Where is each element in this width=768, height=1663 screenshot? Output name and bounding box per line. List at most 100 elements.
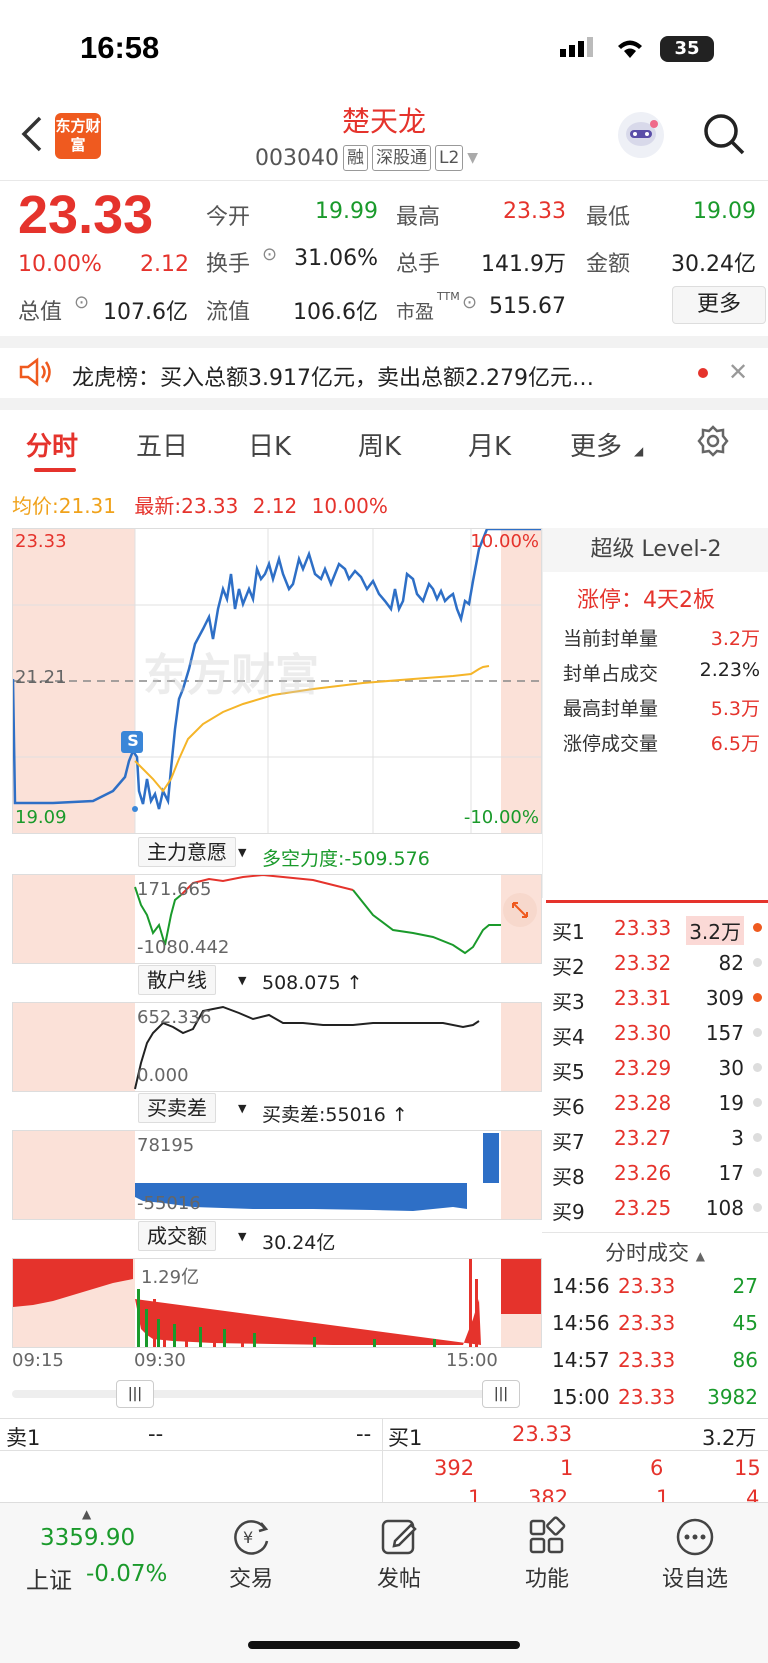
nav-post-label: 发帖 (376, 1567, 421, 1592)
more-button[interactable]: 更多 (672, 286, 766, 324)
y-axis-top: 23.33 (15, 531, 67, 552)
float-value: 106.6亿 (293, 300, 378, 325)
bid-row[interactable]: 买9 23.25 108 (548, 1190, 768, 1226)
active-tab-indicator (34, 468, 76, 472)
indicator-name-3: 买卖差 (138, 1093, 216, 1123)
indicator-selector-4[interactable]: 成交额 (138, 1221, 216, 1251)
amount-label: 金额 (586, 252, 631, 277)
level2-title[interactable]: 超级 Level-2 (543, 528, 768, 572)
x-axis-label-3: 15:00 (446, 1350, 498, 1371)
high-value: 23.33 (503, 199, 566, 224)
s-marker[interactable]: S (123, 731, 143, 750)
indicator-chart-1[interactable]: 171.665 -1080.442 (12, 874, 542, 964)
ask1-volume: -- (356, 1422, 372, 1446)
range-slider-left-handle[interactable]: ||| (116, 1380, 154, 1408)
nav-post[interactable]: 发帖 (344, 1515, 454, 1593)
volume-value: 141.9万 (481, 252, 566, 277)
high-label: 最高 (396, 205, 441, 230)
trades-title: 分时成交 (605, 1241, 690, 1265)
volume-chart[interactable]: 1.29亿 (12, 1258, 542, 1348)
trades-header[interactable]: 分时成交 ▲ (542, 1232, 768, 1272)
tab-monthly-k[interactable]: 月K (468, 426, 511, 463)
indicator-chart-3[interactable]: 78195 -55016 (12, 1130, 542, 1220)
caret-up-icon: ▲ (82, 1507, 92, 1521)
indicator-name-4: 成交额 (138, 1221, 216, 1251)
indicator-selector-1[interactable]: 主力意愿 (138, 837, 236, 867)
tab-five-day[interactable]: 五日 (136, 426, 188, 463)
bid-row[interactable]: 买3 23.31 309 (548, 980, 768, 1016)
tag-connect: 深股通 (371, 145, 431, 171)
queue-item: 6 (650, 1456, 664, 1480)
bid-row[interactable]: 买1 23.33 3.2万 (548, 910, 768, 946)
open-value: 19.99 (315, 199, 378, 224)
indicator-name-2: 散户线 (138, 965, 216, 995)
tab-more[interactable]: 更多 (570, 426, 622, 463)
home-indicator (248, 1641, 520, 1649)
orderbook-divider (546, 900, 768, 903)
info-icon[interactable]: ⊙ (74, 292, 89, 313)
close-icon[interactable]: ✕ (728, 358, 748, 386)
pe-value: 515.67 (489, 294, 566, 319)
turnover-value: 31.06% (294, 246, 378, 271)
tab-weekly-k[interactable]: 周K (358, 426, 401, 463)
bottom-nav: ▲ 3359.90 上证 -0.07% ¥ 交易 发帖 功能 设自选 (0, 1502, 768, 1663)
info-icon[interactable]: ⊙ (462, 292, 477, 313)
robot-assistant-icon[interactable] (618, 112, 664, 158)
nav-trade[interactable]: ¥ 交易 (196, 1515, 306, 1593)
indicator-value-1: 多空力度:-509.576 (262, 848, 430, 870)
pe-ttm: TTM (437, 290, 460, 303)
seal-stat-value-3: 5.3万 (710, 698, 760, 720)
search-icon[interactable] (702, 112, 746, 156)
seal-stat-label-4: 涨停成交量 (563, 733, 659, 755)
ask1-price: -- (148, 1422, 164, 1446)
tag-level: L2 (434, 145, 464, 171)
intraday-chart[interactable]: S 23.33 21.21 19.09 10.00% -10.00% 东方财富 (12, 528, 542, 834)
nav-function[interactable]: 功能 (492, 1515, 602, 1593)
nav-trade-label: 交易 (228, 1567, 273, 1592)
dropdown-icon: ▼ (238, 1230, 247, 1243)
info-icon[interactable]: ⊙ (262, 244, 277, 265)
settings-icon[interactable] (696, 424, 730, 458)
seal-stat-label-1: 当前封单量 (563, 628, 659, 650)
bid-row[interactable]: 买8 23.26 17 (548, 1155, 768, 1191)
watermark: 东方财富 (143, 650, 319, 701)
bid-row[interactable]: 买2 23.32 82 (548, 945, 768, 981)
low-label: 最低 (586, 205, 631, 230)
seal-stat-value-2: 2.23% (699, 659, 760, 681)
nav-add-watchlist[interactable]: 设自选 (640, 1515, 750, 1593)
trade-row: 14:57 23.33 86 (552, 1348, 758, 1372)
limit-value: 4天2板 (643, 588, 716, 613)
avg-value: 21.31 (58, 494, 117, 518)
seal-stat-label-3: 最高封单量 (563, 698, 659, 720)
x-axis-label-2: 09:30 (134, 1350, 186, 1371)
status-time: 16:58 (80, 30, 160, 65)
dragon-tiger-notice[interactable]: 龙虎榜：买入总额3.917亿元，卖出总额2.279亿元… (72, 360, 682, 392)
unread-dot (698, 368, 708, 378)
indicator-chart-2[interactable]: 652.336 0.000 (12, 1002, 542, 1092)
volume-label: 总手 (396, 252, 441, 277)
tab-daily-k[interactable]: 日K (248, 426, 291, 463)
indicator-selector-2[interactable]: 散户线 (138, 965, 216, 995)
index-pct[interactable]: -0.07% (86, 1561, 167, 1587)
y-axis-bottom: 19.09 (15, 807, 67, 828)
limit-up-info: 涨停：4天2板 (577, 582, 715, 614)
expand-icon[interactable] (503, 893, 537, 927)
indicator-selector-3[interactable]: 买卖差 (138, 1093, 216, 1123)
svg-text:¥: ¥ (243, 1528, 253, 1547)
stock-code-row[interactable]: 003040 融 深股通 L2 ▼ (255, 145, 478, 171)
bid-row[interactable]: 买6 23.28 19 (548, 1085, 768, 1121)
y-axis-mid: 21.21 (15, 667, 67, 688)
index-name[interactable]: 上证 (26, 1561, 72, 1595)
bid-row[interactable]: 买7 23.27 3 (548, 1120, 768, 1156)
tab-intraday[interactable]: 分时 (26, 426, 78, 463)
caret-icon: ◢ (634, 444, 644, 458)
index-value[interactable]: 3359.90 (40, 1525, 135, 1551)
indicator-value-3: 买卖差:55016 ↑ (262, 1104, 408, 1126)
chart-legend: 均价:21.31 最新:23.33 2.12 10.00% (12, 490, 388, 519)
range-slider-track[interactable] (12, 1390, 520, 1398)
bid-row[interactable]: 买4 23.30 157 (548, 1015, 768, 1051)
range-slider-right-handle[interactable]: ||| (482, 1380, 520, 1408)
bid-row[interactable]: 买5 23.29 30 (548, 1050, 768, 1086)
more-dots-icon (640, 1515, 750, 1561)
bid1-price: 23.33 (512, 1422, 573, 1446)
